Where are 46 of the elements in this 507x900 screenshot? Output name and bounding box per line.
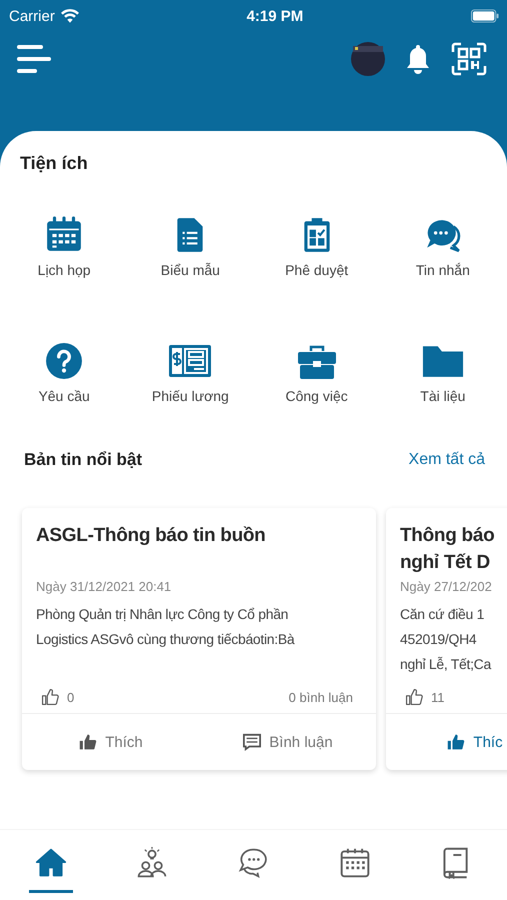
utility-item[interactable]: Tài liệu	[380, 342, 506, 430]
section-title: Tiện ích	[19, 153, 89, 174]
utility-item[interactable]: Tin nhắn	[380, 216, 506, 304]
like-button[interactable]: Thích	[78, 729, 143, 755]
utility-item[interactable]: Biểu mẫu	[127, 216, 254, 304]
news-date: Ngày 31/12/2021 20:41	[36, 579, 172, 594]
news-date: Ngày 27/12/202	[400, 579, 493, 594]
status-time: 4:19 PM	[246, 8, 304, 24]
utility-item[interactable]: Công việc	[254, 342, 380, 430]
see-all-link[interactable]: Xem tất cả	[408, 451, 485, 469]
utility-item[interactable]: Phiếu lương	[127, 342, 254, 430]
battery-icon	[470, 9, 499, 23]
news-excerpt: Căn cứ điều 1 452019/QH4 nghỉ Lễ, Tết;Ca	[400, 605, 492, 674]
news-excerpt: Phòng Quản trị Nhân lực Công ty Cổ phần Logistics ASGvô cùng thương tiếcbáotin:Bà	[36, 605, 296, 649]
qr-code-icon[interactable]	[451, 42, 487, 76]
thumbs-up-icon	[78, 733, 98, 751]
section-title: Bản tin nổi bật	[24, 450, 142, 470]
thumbs-up-icon	[41, 688, 59, 706]
briefcase-icon	[296, 344, 337, 380]
comment-count: 0 bình luận	[288, 690, 353, 704]
news-card[interactable]: Thông báo nghỉ Tết D Ngày 27/12/202 Căn cứ điều 1 452019/QH4 nghỉ Lễ, Tết;Ca 11 Thíc	[386, 508, 507, 770]
news-title: ASGL-Thông báo tin buồn	[36, 524, 266, 548]
home-icon	[34, 847, 67, 879]
chat-bubble-icon	[237, 847, 270, 879]
carrier-label: Carrier	[9, 8, 55, 24]
wifi-icon	[60, 9, 79, 23]
bell-icon[interactable]	[405, 44, 431, 74]
comment-icon	[242, 733, 262, 751]
avatar-icon[interactable]	[351, 42, 385, 76]
payslip-icon	[168, 342, 212, 380]
menu-icon[interactable]	[17, 44, 51, 74]
team-icon	[136, 847, 168, 879]
news-card[interactable]: ASGL-Thông báo tin buồn Ngày 31/12/2021 20:41 Phòng Quản trị Nhân lực Công ty Cổ phần Logistics ASGvô cùng thương tiếcbáotin:Bà 0 0 bình luận Thích Bình luận	[22, 508, 376, 770]
utility-item[interactable]: Yêu cầu	[1, 342, 128, 430]
like-count: 0	[67, 690, 74, 704]
comment-button[interactable]: Bình luận	[242, 729, 333, 755]
calendar-icon	[338, 847, 371, 879]
thumbs-up-icon	[446, 733, 466, 751]
question-icon	[45, 342, 84, 380]
news-title: Thông báo nghỉ Tết D	[400, 524, 496, 575]
like-button[interactable]: Thíc	[446, 729, 503, 755]
thumbs-up-icon	[405, 688, 423, 706]
calendar-icon	[45, 216, 84, 254]
utility-item[interactable]: Lịch họp	[1, 216, 128, 304]
utility-item[interactable]: Phê duyệt	[254, 216, 380, 304]
like-count: 11	[431, 690, 444, 704]
